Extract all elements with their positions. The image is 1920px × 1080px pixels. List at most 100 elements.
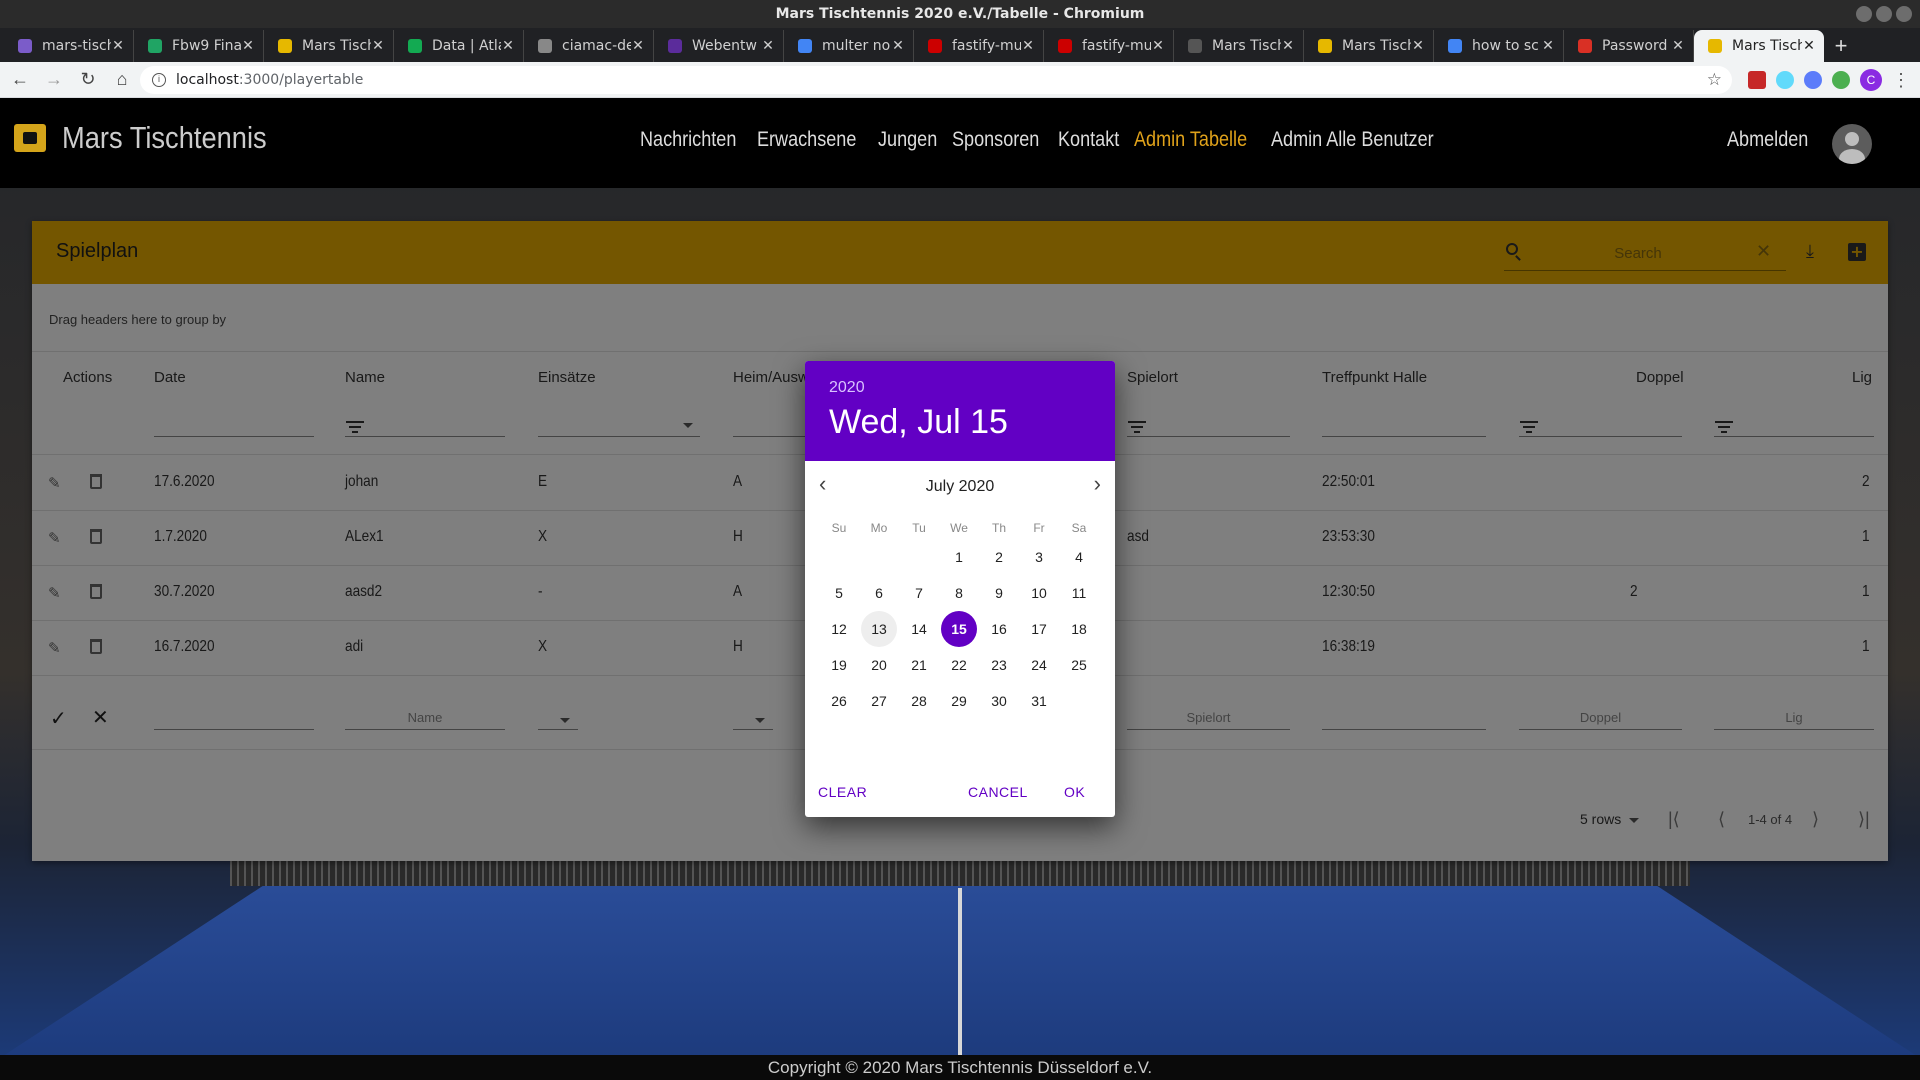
tab-close-icon[interactable]: ✕ <box>761 38 775 54</box>
back-arrow-icon[interactable]: ← <box>6 66 34 94</box>
url-path: :3000/playertable <box>238 72 364 88</box>
new-tab-button[interactable]: + <box>1824 30 1858 62</box>
calendar-day[interactable]: 4 <box>1061 539 1097 575</box>
browser-tab[interactable]: Mars Tisch ✕ <box>1304 30 1434 62</box>
browser-tab[interactable]: fastify-mu ✕ <box>1044 30 1174 62</box>
calendar-navigation: ‹ July 2020 › <box>805 461 1115 509</box>
bookmark-star-icon[interactable]: ☆ <box>1707 70 1722 90</box>
browser-tab[interactable]: Fbw9 Fina ✕ <box>134 30 264 62</box>
browser-tab[interactable]: ciamac-de ✕ <box>524 30 654 62</box>
ok-button[interactable]: OK <box>1064 784 1085 800</box>
calendar-day[interactable]: 19 <box>821 647 857 683</box>
tab-close-icon[interactable]: ✕ <box>241 38 255 54</box>
nav-link-jungen[interactable]: Jungen <box>878 128 937 152</box>
tab-close-icon[interactable]: ✕ <box>1541 38 1555 54</box>
tab-close-icon[interactable]: ✕ <box>501 38 515 54</box>
tab-close-icon[interactable]: ✕ <box>1671 38 1685 54</box>
nav-link-admin-alle-benutzer[interactable]: Admin Alle Benutzer <box>1271 128 1434 152</box>
next-month-chevron-icon[interactable]: › <box>1094 473 1101 495</box>
nav-link-sponsoren[interactable]: Sponsoren <box>952 128 1039 152</box>
calendar-day[interactable]: 23 <box>981 647 1017 683</box>
address-bar[interactable]: i localhost:3000/playertable ☆ <box>140 66 1732 94</box>
reload-icon[interactable]: ↻ <box>74 66 102 94</box>
calendar-day[interactable]: 22 <box>941 647 977 683</box>
browser-menu-icon[interactable]: ⋮ <box>1892 71 1910 89</box>
calendar-day[interactable]: 18 <box>1061 611 1097 647</box>
background-centerline-image <box>958 888 962 1055</box>
nav-link-kontakt[interactable]: Kontakt <box>1058 128 1119 152</box>
browser-tab[interactable]: Mars Tisch ✕ <box>264 30 394 62</box>
browser-tab[interactable]: multer no ✕ <box>784 30 914 62</box>
calendar-day[interactable]: 1 <box>941 539 977 575</box>
minimize-button[interactable] <box>1856 6 1872 22</box>
calendar-day[interactable]: 26 <box>821 683 857 719</box>
browser-tab[interactable]: Mars Tisch ✕ <box>1694 30 1824 62</box>
logout-link[interactable]: Abmelden <box>1727 128 1808 152</box>
browser-tab[interactable]: Password ✕ <box>1564 30 1694 62</box>
calendar-day[interactable]: 14 <box>901 611 937 647</box>
maximize-button[interactable] <box>1876 6 1892 22</box>
calendar-day[interactable]: 8 <box>941 575 977 611</box>
calendar-day[interactable]: 2 <box>981 539 1017 575</box>
tab-label: mars-tisch <box>42 38 111 54</box>
browser-tab[interactable]: mars-tisch ✕ <box>4 30 134 62</box>
tab-close-icon[interactable]: ✕ <box>1411 38 1425 54</box>
calendar-day[interactable]: 20 <box>861 647 897 683</box>
tab-close-icon[interactable]: ✕ <box>1281 38 1295 54</box>
extension-blue-icon[interactable] <box>1804 71 1822 89</box>
brand-name[interactable]: Mars Tischtennis <box>62 120 267 156</box>
tab-close-icon[interactable]: ✕ <box>631 38 645 54</box>
user-avatar[interactable] <box>1832 124 1872 164</box>
site-info-icon[interactable]: i <box>152 73 166 87</box>
tab-close-icon[interactable]: ✕ <box>1151 38 1165 54</box>
nav-link-admin-tabelle[interactable]: Admin Tabelle <box>1134 128 1247 152</box>
url-host: localhost <box>176 72 239 88</box>
calendar-day[interactable]: 11 <box>1061 575 1097 611</box>
calendar-day[interactable]: 10 <box>1021 575 1057 611</box>
calendar-day[interactable]: 24 <box>1021 647 1057 683</box>
cancel-button[interactable]: CANCEL <box>968 784 1028 800</box>
tab-label: ciamac-de <box>562 38 631 54</box>
home-icon[interactable]: ⌂ <box>108 66 136 94</box>
profile-avatar[interactable]: C <box>1860 69 1882 91</box>
calendar-day[interactable]: 5 <box>821 575 857 611</box>
nav-link-nachrichten[interactable]: Nachrichten <box>640 128 736 152</box>
tab-close-icon[interactable]: ✕ <box>1802 38 1816 54</box>
calendar-day[interactable]: 29 <box>941 683 977 719</box>
tab-close-icon[interactable]: ✕ <box>1021 38 1035 54</box>
browser-tab[interactable]: Mars Tisch ✕ <box>1174 30 1304 62</box>
calendar-day[interactable]: 7 <box>901 575 937 611</box>
nav-link-erwachsene[interactable]: Erwachsene <box>757 128 856 152</box>
calendar-day[interactable]: 31 <box>1021 683 1057 719</box>
calendar-day[interactable]: 27 <box>861 683 897 719</box>
calendar-day[interactable]: 12 <box>821 611 857 647</box>
clear-button[interactable]: CLEAR <box>818 784 867 800</box>
browser-tab[interactable]: fastify-mu ✕ <box>914 30 1044 62</box>
calendar-day[interactable]: 3 <box>1021 539 1057 575</box>
browser-tab[interactable]: Webentw ✕ <box>654 30 784 62</box>
forward-arrow-icon[interactable]: → <box>40 66 68 94</box>
calendar-day[interactable]: 9 <box>981 575 1017 611</box>
extension-react-icon[interactable] <box>1776 71 1794 89</box>
calendar-day[interactable]: 30 <box>981 683 1017 719</box>
brand-logo-icon[interactable] <box>14 124 46 152</box>
calendar-day-selected[interactable]: 15 <box>941 611 977 647</box>
calendar-day[interactable]: 21 <box>901 647 937 683</box>
browser-tab[interactable]: Data | Atla ✕ <box>394 30 524 62</box>
calendar-day[interactable]: 6 <box>861 575 897 611</box>
extension-green-icon[interactable] <box>1832 71 1850 89</box>
tab-close-icon[interactable]: ✕ <box>891 38 905 54</box>
close-window-button[interactable] <box>1896 6 1912 22</box>
extension-red-icon[interactable] <box>1748 71 1766 89</box>
tab-close-icon[interactable]: ✕ <box>111 38 125 54</box>
calendar-day[interactable]: 28 <box>901 683 937 719</box>
picker-year[interactable]: 2020 <box>829 379 1091 397</box>
calendar-day[interactable]: 17 <box>1021 611 1057 647</box>
calendar-day[interactable]: 16 <box>981 611 1017 647</box>
tab-favicon-icon <box>798 39 812 53</box>
tab-close-icon[interactable]: ✕ <box>371 38 385 54</box>
browser-tab[interactable]: how to sc ✕ <box>1434 30 1564 62</box>
page-viewport: Mars Tischtennis Nachrichten Erwachsene Ju… <box>0 98 1920 1055</box>
calendar-day[interactable]: 13 <box>861 611 897 647</box>
calendar-day[interactable]: 25 <box>1061 647 1097 683</box>
